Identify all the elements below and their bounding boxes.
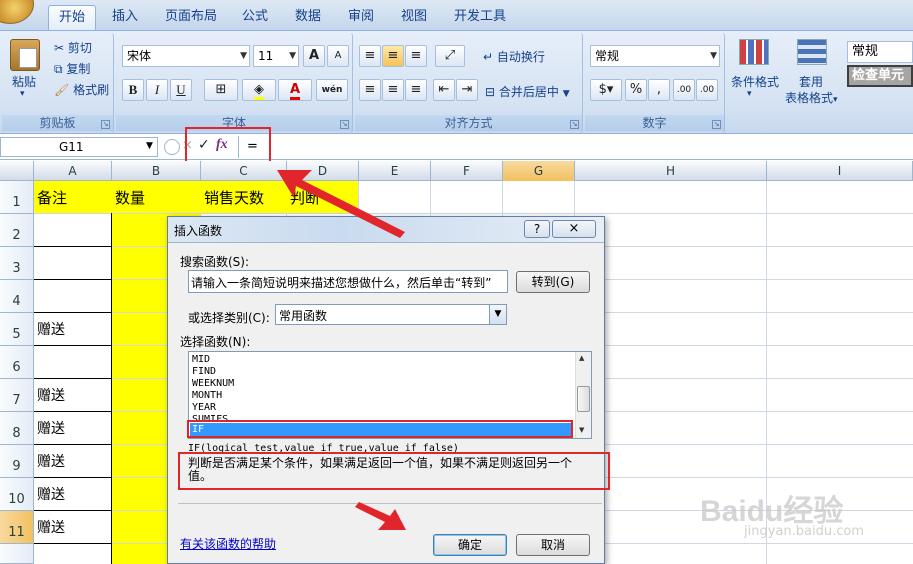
annotation-arrow-up [277,170,405,238]
annotation-arrows [277,170,406,530]
annotation-arrow-down [355,502,406,530]
